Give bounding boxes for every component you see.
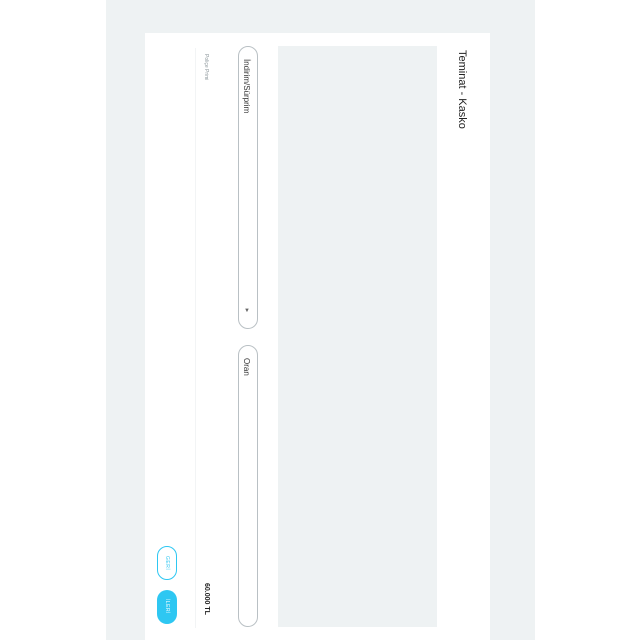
rate-field[interactable]: Oran (238, 345, 258, 627)
chevron-down-icon: ▼ (244, 308, 250, 314)
page-title: Teminat - Kasko (456, 50, 468, 129)
back-button-label: GERİ (164, 555, 170, 571)
premium-label: Poliçe Primi (203, 54, 209, 81)
premium-value: 60.000 TL (203, 583, 210, 615)
discount-select-label: İndirim/Sürprim (242, 59, 251, 114)
content-placeholder (278, 46, 437, 627)
back-button[interactable]: GERİ (157, 546, 177, 580)
discount-select[interactable]: İndirim/Sürprim ▼ (238, 46, 258, 329)
next-button[interactable]: İLERİ (157, 590, 177, 624)
rate-field-label: Oran (242, 358, 251, 376)
premium-panel (195, 48, 220, 628)
next-button-label: İLERİ (164, 599, 170, 615)
